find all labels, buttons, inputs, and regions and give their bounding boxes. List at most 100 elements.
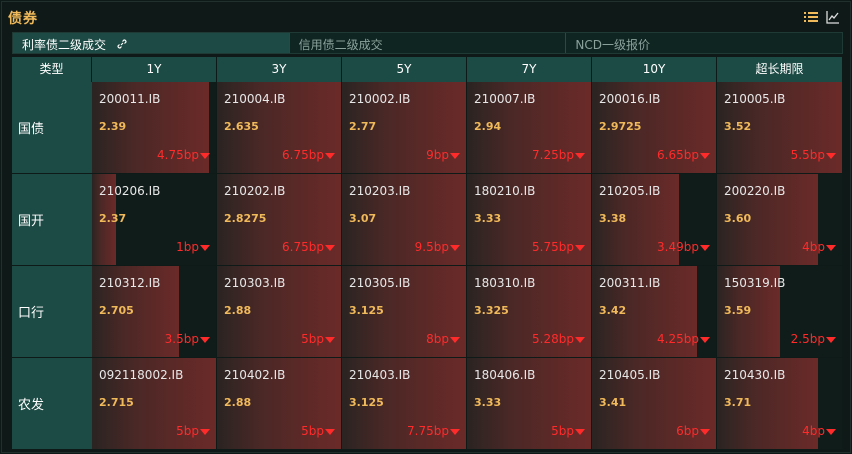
column-header-long[interactable]: 超长期限 <box>717 57 843 82</box>
down-triangle-icon <box>700 152 710 159</box>
tab-rate-bond[interactable]: 利率债二级成交 <box>13 33 290 53</box>
bond-code: 210007.IB <box>474 92 536 106</box>
bp-value: 6bp <box>676 424 699 438</box>
bond-cell[interactable]: 092118002.IB 2.715 5bp <box>92 358 217 450</box>
down-triangle-icon <box>200 244 210 251</box>
bond-yield: 2.8275 <box>224 212 267 225</box>
down-triangle-icon <box>575 152 585 159</box>
bond-code: 180310.IB <box>474 276 536 290</box>
tab-label: NCD一级报价 <box>575 38 650 52</box>
bp-value: 7.25bp <box>532 148 574 162</box>
bp-value: 9.5bp <box>414 240 449 254</box>
bond-cell[interactable]: 210002.IB 2.77 9bp <box>342 82 467 174</box>
bond-code: 210206.IB <box>99 184 161 198</box>
bond-cell[interactable]: 180210.IB 3.33 5.75bp <box>467 174 592 266</box>
down-triangle-icon <box>325 244 335 251</box>
bond-cell[interactable]: 200011.IB 2.39 4.75bp <box>92 82 217 174</box>
bond-cell[interactable]: 200220.IB 3.60 4bp <box>717 174 843 266</box>
bp-value: 3.5bp <box>164 332 199 346</box>
bond-cell[interactable]: 210004.IB 2.635 6.75bp <box>217 82 342 174</box>
bp-change: 6.75bp <box>282 240 335 254</box>
list-icon[interactable] <box>804 9 820 23</box>
line-chart-icon[interactable] <box>826 9 842 24</box>
bp-value: 5.5bp <box>790 148 825 162</box>
bond-code: 200011.IB <box>99 92 161 106</box>
column-header-3y[interactable]: 3Y <box>217 57 342 82</box>
column-header-7y[interactable]: 7Y <box>467 57 592 82</box>
bond-grid: 类型 1Y 3Y 5Y 7Y 10Y 超长期限 国债 200011.IB 2.39 4… <box>12 57 843 451</box>
bond-cell[interactable]: 150319.IB 3.59 2.5bp <box>717 266 843 358</box>
down-triangle-icon <box>450 244 460 251</box>
bp-change: 5.75bp <box>532 240 585 254</box>
bond-cell[interactable]: 210303.IB 2.88 5bp <box>217 266 342 358</box>
bond-code: 210002.IB <box>349 92 411 106</box>
bond-cell[interactable]: 180406.IB 3.33 5bp <box>467 358 592 450</box>
bond-cell[interactable]: 200311.IB 3.42 4.25bp <box>592 266 717 358</box>
down-triangle-icon <box>826 428 836 435</box>
bond-code: 150319.IB <box>724 276 786 290</box>
bp-value: 5.75bp <box>532 240 574 254</box>
bond-yield: 3.38 <box>599 212 627 225</box>
bp-change: 7.25bp <box>532 148 585 162</box>
tab-ncd[interactable]: NCD一级报价 <box>566 33 843 53</box>
bond-cell[interactable]: 210007.IB 2.94 7.25bp <box>467 82 592 174</box>
bp-change: 5bp <box>176 424 210 438</box>
down-triangle-icon <box>826 152 836 159</box>
bp-value: 4.25bp <box>657 332 699 346</box>
bond-cell[interactable]: 210312.IB 2.705 3.5bp <box>92 266 217 358</box>
bp-value: 6.75bp <box>282 148 324 162</box>
tab-label: 利率债二级成交 <box>22 38 107 52</box>
bp-value: 4bp <box>802 424 825 438</box>
bond-cell[interactable]: 210305.IB 3.125 8bp <box>342 266 467 358</box>
bond-cell[interactable]: 210430.IB 3.71 4bp <box>717 358 843 450</box>
link-icon[interactable] <box>116 38 128 53</box>
bp-value: 9bp <box>426 148 449 162</box>
bp-change: 6bp <box>676 424 710 438</box>
bond-cell[interactable]: 200016.IB 2.9725 6.65bp <box>592 82 717 174</box>
bond-code: 210005.IB <box>724 92 786 106</box>
panel-title: 债券 <box>8 11 38 27</box>
bp-change: 2.5bp <box>791 332 836 346</box>
bp-change: 6.75bp <box>282 148 335 162</box>
column-header-10y[interactable]: 10Y <box>592 57 717 82</box>
bond-cell[interactable]: 210206.IB 2.37 1bp <box>92 174 217 266</box>
bond-code: 180406.IB <box>474 368 536 382</box>
bond-yield: 3.125 <box>349 304 384 317</box>
bond-panel: 债券 利率债二级成交 信用债二级成交 NCD一级报价 类型 1Y 3Y 5Y 7… <box>1 1 851 453</box>
bp-value: 1bp <box>176 240 199 254</box>
tab-bar: 利率债二级成交 信用债二级成交 NCD一级报价 <box>12 32 843 54</box>
bp-value: 5bp <box>551 424 574 438</box>
bond-code: 092118002.IB <box>99 368 184 382</box>
bond-cell[interactable]: 210005.IB 3.52 5.5bp <box>717 82 843 174</box>
bp-change: 4.75bp <box>157 148 210 162</box>
tab-label: 信用债二级成交 <box>298 38 383 52</box>
bond-cell[interactable]: 180310.IB 3.325 5.28bp <box>467 266 592 358</box>
bond-yield: 3.33 <box>474 396 502 409</box>
row-label: 国开 <box>18 214 45 229</box>
bp-value: 8bp <box>426 332 449 346</box>
bond-cell[interactable]: 210405.IB 3.41 6bp <box>592 358 717 450</box>
bond-code: 210202.IB <box>224 184 286 198</box>
row-header-kouhang: 口行 <box>12 266 92 358</box>
bp-value: 4.75bp <box>157 148 199 162</box>
row-label: 农发 <box>18 398 45 413</box>
tab-credit-bond[interactable]: 信用债二级成交 <box>289 33 567 53</box>
down-triangle-icon <box>450 152 460 159</box>
bond-cell[interactable]: 210402.IB 2.88 5bp <box>217 358 342 450</box>
down-triangle-icon <box>575 336 585 343</box>
column-header-1y[interactable]: 1Y <box>92 57 217 82</box>
bond-cell[interactable]: 210403.IB 3.125 7.75bp <box>342 358 467 450</box>
bond-cell[interactable]: 210203.IB 3.07 9.5bp <box>342 174 467 266</box>
down-triangle-icon <box>450 336 460 343</box>
bp-change: 4.25bp <box>657 332 710 346</box>
bond-cell[interactable]: 210205.IB 3.38 3.49bp <box>592 174 717 266</box>
bond-cell[interactable]: 210202.IB 2.8275 6.75bp <box>217 174 342 266</box>
bp-change: 4bp <box>802 424 836 438</box>
bp-value: 5bp <box>176 424 199 438</box>
bp-change: 9bp <box>426 148 460 162</box>
bond-code: 210430.IB <box>724 368 786 382</box>
down-triangle-icon <box>325 336 335 343</box>
bond-yield: 2.88 <box>224 396 252 409</box>
column-header-5y[interactable]: 5Y <box>342 57 467 82</box>
bp-change: 3.5bp <box>165 332 210 346</box>
